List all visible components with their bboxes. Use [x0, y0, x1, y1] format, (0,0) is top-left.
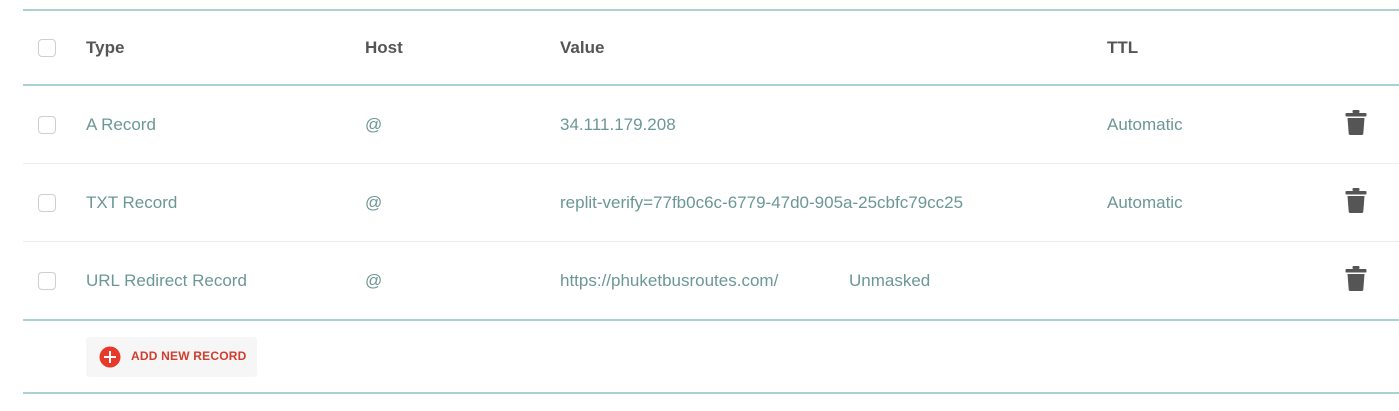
column-header-ttl[interactable]: TTL — [1107, 38, 1138, 58]
record-value: https://phuketbusroutes.com/ — [560, 270, 779, 290]
record-type: TXT Record — [86, 192, 178, 212]
column-header-host[interactable]: Host — [365, 38, 403, 58]
column-header-value[interactable]: Value — [560, 38, 604, 58]
record-value: 34.111.179.208 — [560, 114, 676, 134]
add-new-record-button[interactable]: ADD NEW RECORD — [86, 337, 257, 377]
table-row[interactable]: TXT Record @ replit-verify=77fb0c6c-6779… — [23, 164, 1399, 241]
record-type: URL Redirect Record — [86, 270, 247, 290]
record-value: replit-verify=77fb0c6c-6779-47d0-905a-25… — [560, 192, 964, 212]
plus-circle-icon — [99, 346, 121, 368]
column-header-type[interactable]: Type — [86, 38, 124, 58]
record-ttl: Automatic — [1107, 192, 1183, 212]
row-checkbox[interactable] — [38, 193, 56, 212]
table-row[interactable]: URL Redirect Record @ https://phuketbusr… — [23, 242, 1399, 319]
record-host: @ — [365, 192, 383, 212]
select-all-checkbox[interactable] — [38, 39, 56, 57]
redirect-mode: Unmasked — [849, 270, 931, 290]
trash-icon — [1345, 187, 1367, 213]
records-bottom-divider — [23, 319, 1399, 321]
delete-record-button[interactable] — [1345, 187, 1367, 218]
table-bottom-border — [23, 392, 1399, 394]
delete-record-button[interactable] — [1345, 109, 1367, 140]
record-ttl: Automatic — [1107, 114, 1183, 134]
table-row[interactable]: A Record @ 34.111.179.208 Automatic — [23, 86, 1399, 163]
trash-icon — [1345, 109, 1367, 135]
record-host: @ — [365, 114, 383, 134]
row-checkbox[interactable] — [38, 271, 56, 290]
table-header-row: Type Host Value TTL — [23, 11, 1399, 85]
delete-record-button[interactable] — [1345, 265, 1367, 296]
row-checkbox[interactable] — [38, 115, 56, 134]
record-host: @ — [365, 270, 383, 290]
record-type: A Record — [86, 114, 156, 134]
trash-icon — [1345, 265, 1367, 291]
add-new-record-label: ADD NEW RECORD — [131, 349, 247, 363]
